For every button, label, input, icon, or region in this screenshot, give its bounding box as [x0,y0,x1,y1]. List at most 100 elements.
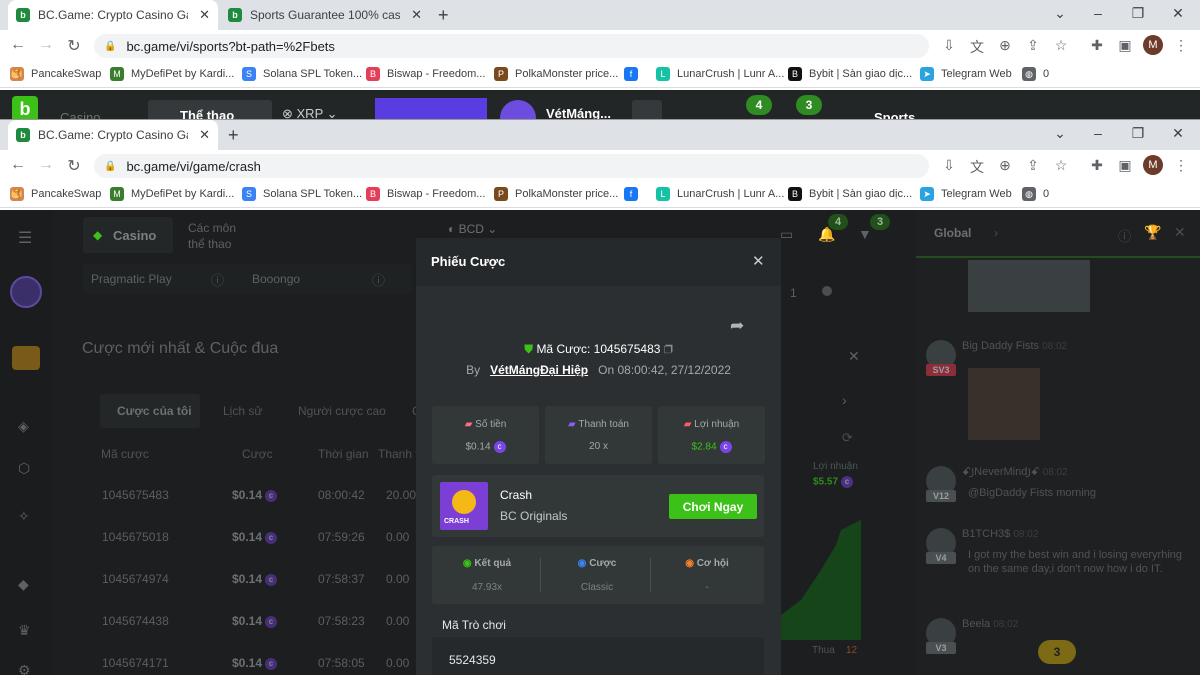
back-wallet-button[interactable] [375,98,487,120]
chevron-right-icon[interactable]: › [842,392,847,408]
back-username[interactable]: VétMáng... [546,106,611,120]
bookmark-item[interactable]: 🥞 PancakeSwap [10,187,101,201]
bookmark-item[interactable]: B Biswap - Freedom... [366,67,485,81]
info-icon[interactable]: ⓘ [372,270,385,289]
bookmark-item[interactable]: 🥞 PancakeSwap [10,67,101,81]
bet-id-cell[interactable]: 1045675018 [102,530,169,544]
maximize-icon[interactable]: ❐ [1126,5,1150,22]
inbox-icon[interactable]: ▭ [780,226,793,243]
side-panel-icon[interactable]: ▣ [1116,157,1134,174]
back-arrow-icon[interactable]: ← [8,156,28,174]
forward-arrow-icon[interactable]: → [36,36,56,54]
sports-nav-icon[interactable]: ⬡ [18,460,30,477]
zoom-icon[interactable]: ⊕ [996,37,1014,54]
chat-close-icon[interactable]: ✕ [1174,224,1186,241]
back-tab-sports[interactable]: b Sports Guarantee 100% cashback ✕ [220,0,430,30]
bookmark-star-icon[interactable]: ☆ [1052,157,1070,174]
close-tab-icon[interactable]: ✕ [193,127,210,143]
sports-link[interactable]: Các môn thể thao [188,220,236,252]
vip-nav-icon[interactable]: ◆ [18,576,29,593]
currency-select[interactable]: ◐ BCD ⌄ [448,222,497,236]
minimize-icon[interactable]: – [1086,5,1110,21]
bookmark-item[interactable]: ➤ Telegram Web [920,67,1012,81]
profile-avatar[interactable]: M [1143,35,1163,55]
gift-chest-icon[interactable] [12,346,40,370]
back-casino-link[interactable]: Casino [60,110,100,120]
side-panel-icon[interactable]: ▣ [1116,37,1134,54]
chat-tab-global[interactable]: Global [934,226,971,240]
close-tab-icon[interactable]: ✕ [405,7,422,23]
casino-tab[interactable]: ◆ Casino [83,217,173,253]
crown-nav-icon[interactable]: ♛ [18,622,31,639]
profile-avatar[interactable]: M [1143,155,1163,175]
install-icon[interactable]: ⇩ [940,157,958,174]
bookmark-item[interactable]: f [624,187,645,201]
info-icon[interactable]: ⓘ [211,270,224,289]
bcgame-logo-icon[interactable]: b [12,96,38,120]
zoom-icon[interactable]: ⊕ [996,157,1014,174]
bookmark-item[interactable]: B Bybit | Sàn giao dịc... [788,187,912,201]
install-icon[interactable]: ⇩ [940,37,958,54]
bookmark-item[interactable]: ➤ Telegram Web [920,187,1012,201]
chevron-right-icon[interactable]: › [994,226,998,240]
chat-username[interactable]: B1TCH3$ 08:02 [962,528,1038,540]
bookmark-item[interactable]: L LunarCrush | Lunr A... [656,67,784,81]
window-close-icon[interactable]: ✕ [1166,5,1190,22]
bookmark-item[interactable]: M MyDefiPet by Kardi... [110,67,234,81]
back-menu-button[interactable] [632,100,662,120]
tab-history[interactable]: Lịch sử [223,404,262,418]
bet-id-cell[interactable]: 1045674171 [102,656,169,670]
reload-icon[interactable]: ↻ [64,156,84,176]
bookmark-item[interactable]: L LunarCrush | Lunr A... [656,187,784,201]
chat-toggle-icon[interactable]: ▼ [858,226,872,242]
tab-search-icon[interactable]: ⌄ [1048,5,1072,22]
provider-booongo[interactable]: Booongo ⓘ [244,264,412,294]
trophy-icon[interactable]: 🏆 [1144,224,1161,241]
close-section-icon[interactable]: ✕ [848,348,860,365]
menu-kebab-icon[interactable]: ⋮ [1172,37,1190,54]
tab-high-rollers[interactable]: Người cược cao [298,404,386,418]
translate-icon[interactable]: 文 [968,157,986,177]
tab-search-icon[interactable]: ⌄ [1048,125,1072,142]
hamburger-icon[interactable]: ☰ [18,228,32,248]
back-arrow-icon[interactable]: ← [8,36,28,54]
bettor-username[interactable]: VétMángĐại Hiệp [490,363,588,377]
address-bar[interactable]: 🔒 bc.game/vi/sports?bt-path=%2Fbets [94,34,929,58]
chat-username[interactable]: Beela 08:02 [962,618,1018,630]
reload-icon[interactable]: ↻ [64,36,84,56]
bet-id-cell[interactable]: 1045675483 [102,488,169,502]
menu-kebab-icon[interactable]: ⋮ [1172,157,1190,174]
bookmark-item[interactable]: B Biswap - Freedom... [366,187,485,201]
extensions-icon[interactable]: ✚ [1088,157,1106,174]
bookmark-item[interactable]: f [624,67,645,81]
share-icon[interactable]: ⇪ [1024,157,1042,174]
unread-count-badge[interactable]: 3 [1038,640,1076,664]
translate-icon[interactable]: 文 [968,37,986,57]
crash-thumbnail[interactable]: CRASH [440,482,488,530]
bookmark-star-icon[interactable]: ☆ [1052,37,1070,54]
bookmark-item[interactable]: P PolkaMonster price... [494,67,618,81]
maximize-icon[interactable]: ❐ [1126,125,1150,142]
bookmark-item[interactable]: B Bybit | Sàn giao dịc... [788,67,912,81]
casino-nav-icon[interactable]: ◈ [18,418,29,435]
back-tab-bcgame[interactable]: b BC.Game: Crypto Casino Games & ✕ [8,0,218,30]
refresh-icon[interactable]: ⟳ [842,430,853,446]
bet-id-cell[interactable]: 1045674438 [102,614,169,628]
chat-username[interactable]: Big Daddy Fists 08:02 [962,340,1067,352]
settings-nav-icon[interactable]: ⚙ [18,662,31,675]
back-sports-tab[interactable]: Thể thao [148,100,272,120]
bet-id-cell[interactable]: 1045674974 [102,572,169,586]
spin-wheel-icon[interactable] [10,276,42,308]
window-close-icon[interactable]: ✕ [1166,125,1190,142]
bookmark-item[interactable]: ◍ 0 [1022,187,1049,201]
close-modal-icon[interactable]: ✕ [752,252,765,270]
chat-image-attachment[interactable] [968,260,1090,312]
promo-nav-icon[interactable]: ✧ [18,508,30,525]
chat-username[interactable]: ꗃ꠸NeverMind꠸ꗃ 08:02 [962,466,1068,480]
bookmark-item[interactable]: M MyDefiPet by Kardi... [110,187,234,201]
bookmark-item[interactable]: S Solana SPL Token... [242,67,362,81]
front-tab-bcgame[interactable]: b BC.Game: Crypto Casino Games & ✕ [8,120,218,150]
bookmark-item[interactable]: S Solana SPL Token... [242,187,362,201]
minimize-icon[interactable]: – [1086,125,1110,141]
game-id-field[interactable]: 5524359 [432,637,764,675]
